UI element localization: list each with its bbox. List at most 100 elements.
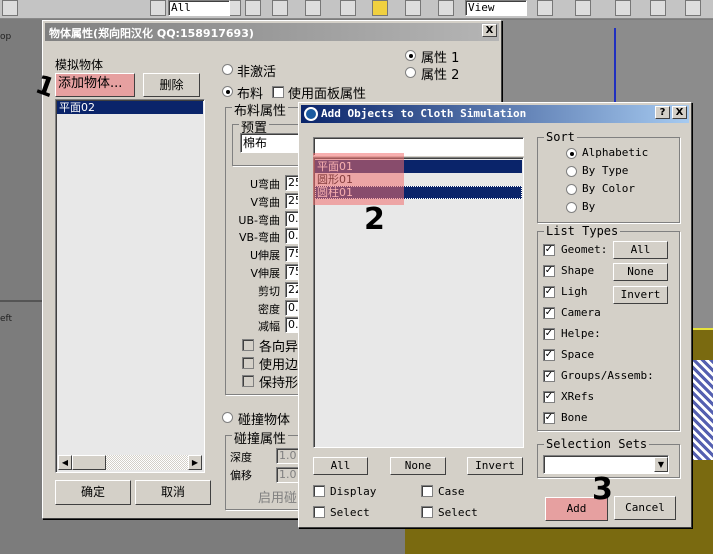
use-panel-label: 使用面板属性	[288, 87, 367, 102]
cancel-button[interactable]: Cancel	[614, 496, 676, 520]
type-checkbox[interactable]: ✓	[543, 412, 555, 424]
snap-icon[interactable]	[575, 0, 591, 16]
sort-title: Sort	[544, 130, 577, 144]
scale-icon[interactable]	[438, 0, 454, 16]
window-crossing-icon[interactable]	[340, 0, 356, 16]
scroll-thumb[interactable]	[72, 455, 106, 470]
cloth-radio[interactable]	[222, 86, 233, 97]
close-button[interactable]: X	[482, 24, 497, 37]
option-checkbox[interactable]	[242, 375, 254, 387]
sort-radio[interactable]	[566, 202, 577, 213]
display-label: Display	[330, 485, 377, 498]
sort-label: By	[582, 200, 596, 213]
collision-radio[interactable]	[222, 412, 233, 423]
depth-label: 深度	[230, 451, 252, 464]
select2-label: Select	[438, 506, 478, 519]
reference-coord-dropdown[interactable]: View	[465, 0, 527, 16]
option-checkbox[interactable]	[242, 339, 254, 351]
type-checkbox[interactable]: ✓	[543, 391, 555, 403]
horizontal-scrollbar[interactable]: ◀ ▶	[58, 455, 202, 470]
selection-filter-dropdown[interactable]: All	[168, 0, 230, 16]
display-subtree-checkbox[interactable]	[313, 485, 325, 497]
param-label: U弯曲	[249, 178, 280, 191]
invert-button[interactable]: Invert	[467, 457, 523, 475]
tool-icon[interactable]	[2, 0, 18, 16]
type-label: Helpe:	[561, 327, 601, 340]
add-object-button[interactable]: 添加物体...	[55, 73, 135, 97]
annotation-step-3: 3	[592, 472, 613, 507]
type-checkbox[interactable]: ✓	[543, 265, 555, 277]
help-button[interactable]: ?	[655, 106, 670, 119]
case-sensitive-checkbox[interactable]	[421, 485, 433, 497]
inactive-label: 非激活	[237, 65, 277, 80]
prop2-radio[interactable]	[405, 67, 416, 78]
type-checkbox[interactable]: ✓	[543, 370, 555, 382]
type-checkbox[interactable]: ✓	[543, 349, 555, 361]
app-logo-icon	[304, 107, 318, 121]
param-label: UB-弯曲	[238, 213, 280, 227]
type-checkbox[interactable]: ✓	[543, 286, 555, 298]
pivot-icon[interactable]	[537, 0, 553, 16]
param-label: V伸展	[250, 267, 280, 280]
angle-snap-icon[interactable]	[650, 0, 666, 16]
scroll-left-button[interactable]: ◀	[58, 455, 72, 470]
select-icon[interactable]	[245, 0, 261, 16]
type-checkbox[interactable]: ✓	[543, 244, 555, 256]
none-button[interactable]: None	[390, 457, 446, 475]
option-checkbox[interactable]	[242, 357, 254, 369]
types-all-button[interactable]: All	[613, 241, 668, 259]
enable-collision-label: 启用碰	[258, 491, 298, 506]
type-checkbox[interactable]: ✓	[543, 307, 555, 319]
chevron-down-icon[interactable]: ▼	[654, 457, 668, 472]
sort-radio[interactable]	[566, 166, 577, 177]
type-label: Camera	[561, 306, 601, 319]
param-label: U伸展	[249, 249, 280, 263]
prop1-radio[interactable]	[405, 50, 416, 61]
collision-label: 碰撞物体	[238, 413, 291, 428]
type-checkbox[interactable]: ✓	[543, 328, 555, 340]
type-label: Shape	[561, 264, 595, 277]
type-label: Groups/Assemb:	[561, 369, 654, 382]
sim-objects-label: 模拟物体	[55, 58, 104, 72]
sim-objects-list[interactable]: 平面02 ◀ ▶	[55, 99, 205, 473]
rotate-icon[interactable]	[405, 0, 421, 16]
select-dependents-checkbox[interactable]	[421, 506, 433, 518]
viewport-label-top: op	[0, 32, 12, 42]
offset-label: 偏移	[230, 469, 252, 482]
all-button[interactable]: All	[313, 457, 368, 475]
viewport-divider	[0, 300, 42, 302]
delete-button[interactable]: 删除	[143, 73, 200, 97]
case-label: Case	[438, 485, 465, 498]
dialog-title: Add Objects to Cloth Simulation	[301, 105, 689, 123]
select-subtree-checkbox[interactable]	[313, 506, 325, 518]
option-label: 各向异	[259, 340, 299, 355]
type-label: Bone	[561, 411, 588, 424]
main-toolbar: All View	[0, 0, 713, 19]
option-label: 使用边	[259, 358, 299, 373]
inactive-radio[interactable]	[222, 64, 233, 75]
close-button[interactable]: X	[672, 106, 687, 119]
list-item[interactable]: 平面02	[57, 101, 203, 114]
param-label: 减幅	[258, 320, 280, 334]
sort-radio[interactable]	[566, 148, 577, 159]
scroll-right-button[interactable]: ▶	[188, 455, 202, 470]
link-icon[interactable]	[150, 0, 166, 16]
sort-label: By Type	[582, 164, 629, 177]
collision-props-title: 碰撞属性	[232, 428, 289, 447]
select-by-name-icon[interactable]	[272, 0, 288, 16]
ok-button[interactable]: 确定	[55, 480, 131, 505]
types-none-button[interactable]: None	[613, 263, 668, 281]
region-select-icon[interactable]	[305, 0, 321, 16]
type-label: Space	[561, 348, 595, 361]
move-icon[interactable]	[372, 0, 388, 16]
dialog-title: 物体属性(郑向阳汉化 QQ:158917693)	[45, 23, 499, 41]
select-label: Select	[330, 506, 370, 519]
use-panel-checkbox[interactable]	[272, 86, 284, 98]
sort-radio[interactable]	[566, 184, 577, 195]
percent-snap-icon[interactable]	[685, 0, 701, 16]
cancel-button[interactable]: 取消	[135, 480, 211, 505]
types-invert-button[interactable]: Invert	[613, 286, 668, 304]
sort-label: Alphabetic	[582, 146, 649, 159]
magnet-icon[interactable]	[615, 0, 631, 16]
selection-sets-title: Selection Sets	[544, 437, 650, 451]
